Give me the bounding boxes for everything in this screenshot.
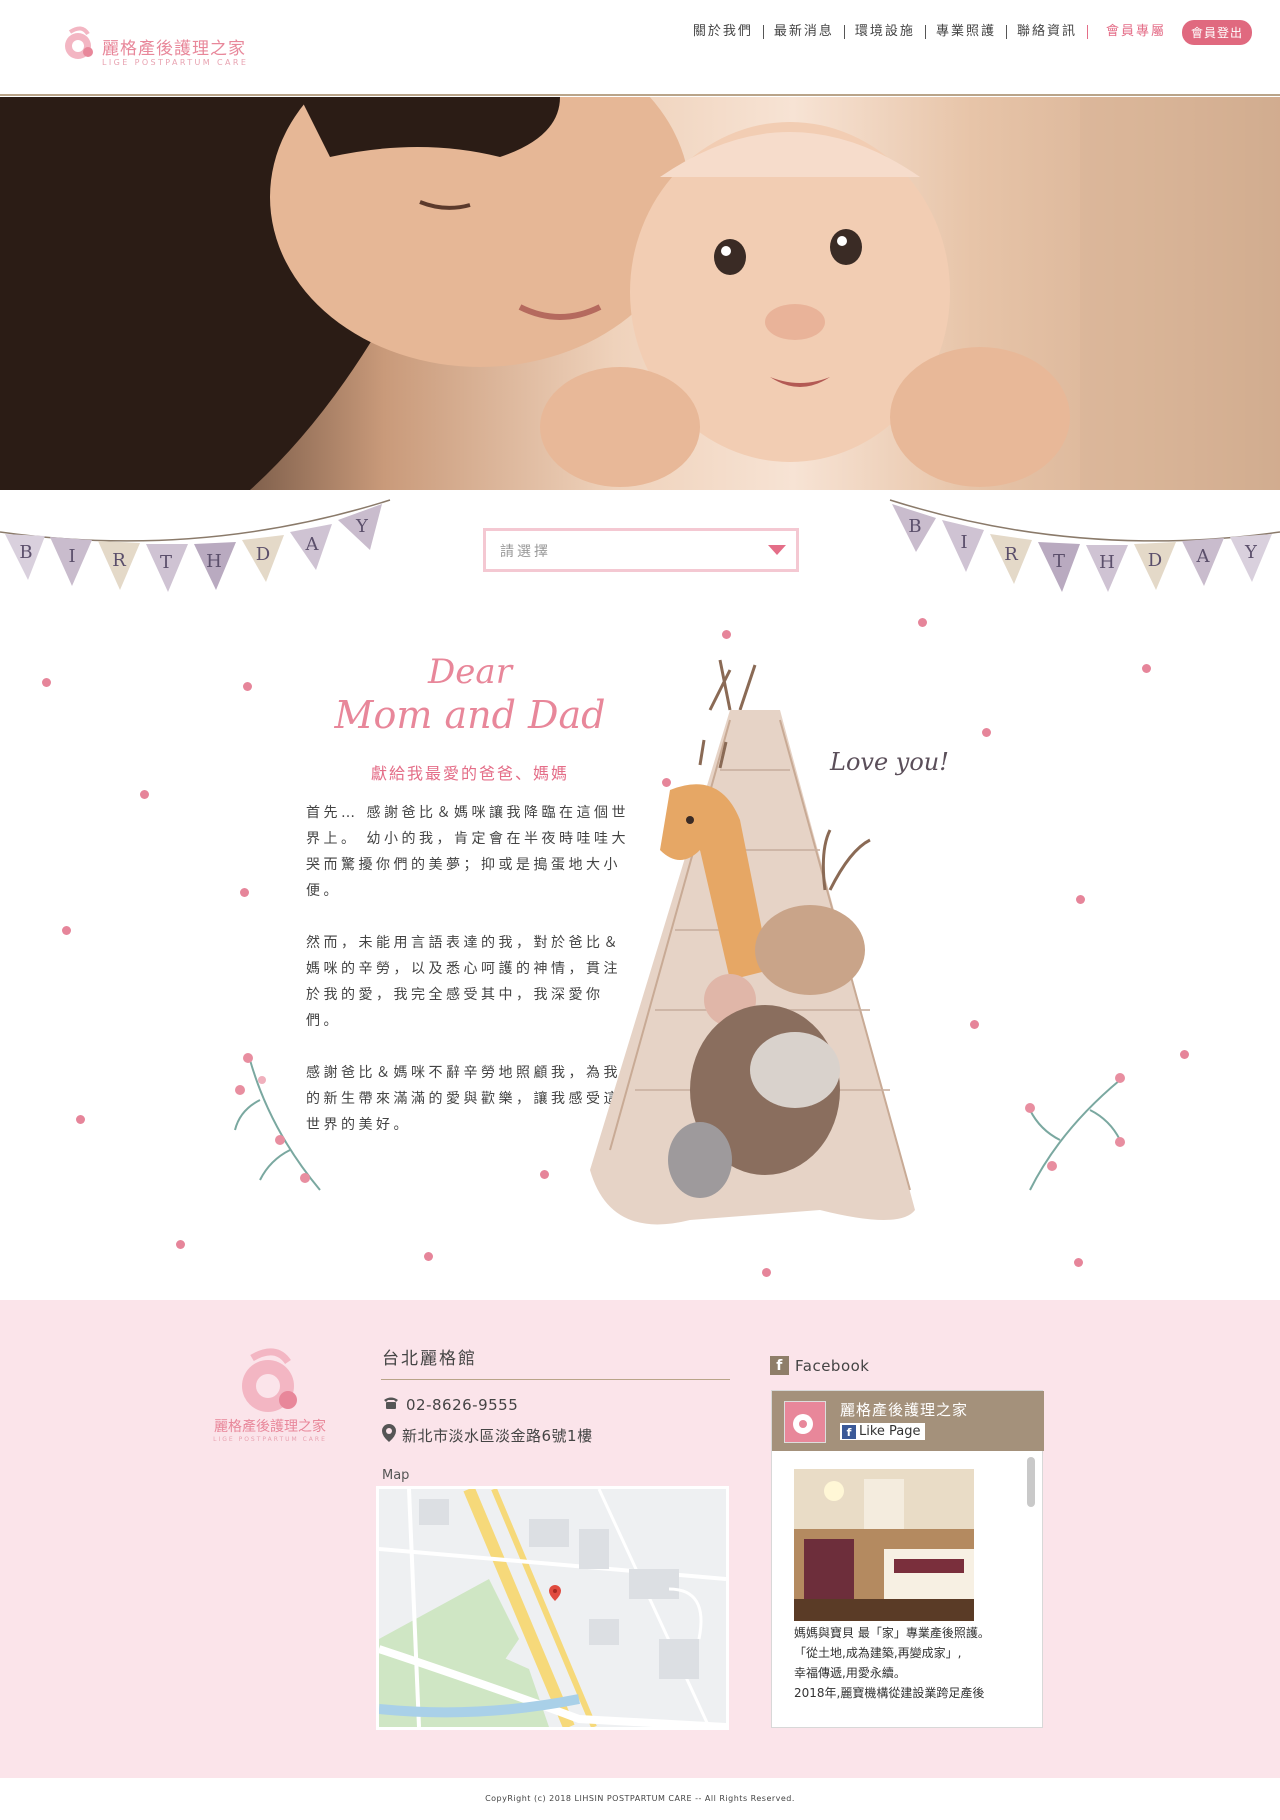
- address-text: 新北市淡水區淡金路6號1樓: [402, 1426, 593, 1445]
- bunting-letter: B: [908, 516, 921, 537]
- bunting-letter: I: [68, 546, 75, 567]
- decor-dot: [540, 1170, 549, 1179]
- nav-care[interactable]: 專業照護: [926, 25, 1007, 39]
- decor-dot: [1074, 1258, 1083, 1267]
- site-logo[interactable]: 麗格產後護理之家 LIGE POSTPARTUM CARE: [62, 26, 252, 72]
- footer-logo-name: 麗格產後護理之家: [214, 1419, 326, 1435]
- decor-dot: [76, 1115, 85, 1124]
- bunting-letter: H: [206, 551, 222, 572]
- logo-icon: [65, 26, 93, 59]
- bunting-letter: T: [160, 552, 172, 573]
- fb-post-text: 媽媽與寶貝 最「家」專業產後照護。 「從土地,成為建築,再變成家」, 幸福傳遞,…: [794, 1623, 1016, 1703]
- bunting-letter: D: [1148, 550, 1162, 571]
- main-nav: 關於我們 最新消息 環境設施 專業照護 聯絡資訊 會員專屬 會員登出: [683, 19, 1252, 45]
- bunting-letter: Y: [355, 516, 369, 537]
- hero-image: [0, 97, 1280, 490]
- map-pin-icon: [382, 1424, 396, 1446]
- decor-dot: [140, 790, 149, 799]
- nav-about[interactable]: 關於我們: [683, 25, 764, 39]
- branch-title: 台北麗格館: [382, 1349, 477, 1369]
- bunting-letter: R: [112, 550, 126, 571]
- bunting-letter: B: [19, 542, 32, 563]
- floral-sprig-left: [234, 1053, 321, 1191]
- fb-like-label: Like Page: [859, 1424, 921, 1439]
- copyright: CopyRight (c) 2018 LIHSIN POSTPARTUM CAR…: [485, 1794, 795, 1803]
- facebook-page-widget[interactable]: 麗格產後護理之家 f Like Page 媽媽與寶貝 最「家」專業產後照護。 「…: [771, 1390, 1044, 1728]
- nav-member[interactable]: 會員專屬: [1096, 25, 1182, 39]
- decor-dot: [970, 1020, 979, 1029]
- logo-icon: [785, 1402, 825, 1442]
- decor-dot: [982, 728, 991, 737]
- teepee-animals-illustration: Love you!: [590, 659, 949, 1225]
- phone-icon: [382, 1396, 400, 1414]
- footer-logo[interactable]: 麗格產後護理之家 LIGE POSTPARTUM CARE: [212, 1346, 328, 1446]
- map-label: Map: [382, 1468, 410, 1483]
- address-line: 新北市淡水區淡金路6號1樓: [382, 1424, 593, 1446]
- baby-select-dropdown[interactable]: 請選擇: [483, 528, 799, 572]
- decor-dot: [243, 682, 252, 691]
- fb-post-line: 幸福傳遞,用愛永續。: [794, 1666, 906, 1680]
- facebook-label: Facebook: [795, 1356, 870, 1375]
- love-you-text: Love you!: [829, 748, 949, 776]
- decor-dot: [1076, 895, 1085, 904]
- logout-button[interactable]: 會員登出: [1181, 19, 1252, 45]
- facebook-icon: f: [770, 1356, 789, 1375]
- facebook-icon: f: [842, 1424, 856, 1439]
- decor-dot: [240, 888, 249, 897]
- decor-dot: [1180, 1050, 1189, 1059]
- divider: [381, 1379, 730, 1380]
- fb-like-page-button[interactable]: f Like Page: [840, 1423, 925, 1440]
- decor-dot: [424, 1252, 433, 1261]
- fb-page-name[interactable]: 麗格產後護理之家: [840, 1399, 968, 1420]
- fb-scrollbar[interactable]: [1027, 1457, 1035, 1507]
- location-map[interactable]: [376, 1486, 729, 1730]
- logo-icon: [242, 1348, 297, 1412]
- facebook-heading: f Facebook: [770, 1356, 869, 1375]
- logo-tagline: LIGE POSTPARTUM CARE: [102, 58, 249, 67]
- bunting-letter: T: [1053, 551, 1065, 572]
- fb-widget-header: 麗格產後護理之家 f Like Page: [772, 1391, 1044, 1451]
- nav-facilities[interactable]: 環境設施: [845, 25, 926, 39]
- bunting-right: B I R T H D A Y: [889, 499, 1280, 592]
- decor-dot: [662, 778, 671, 787]
- nav-contact[interactable]: 聯絡資訊: [1007, 25, 1087, 39]
- chevron-down-icon: [768, 545, 786, 555]
- decor-dot: [1142, 664, 1151, 673]
- bunting-letter: D: [256, 544, 270, 565]
- fb-post-line: 2018年,麗寶機構從建設業跨足產後: [794, 1686, 985, 1700]
- bunting-letter: R: [1004, 544, 1018, 565]
- fb-post-photo[interactable]: [794, 1469, 974, 1621]
- bunting-letter: I: [960, 532, 967, 553]
- fb-page-avatar[interactable]: [784, 1401, 826, 1443]
- decor-dot: [176, 1240, 185, 1249]
- select-placeholder: 請選擇: [500, 544, 551, 560]
- bunting-letter: H: [1099, 552, 1115, 573]
- bunting-letter: Y: [1244, 542, 1258, 563]
- site-header: 麗格產後護理之家 LIGE POSTPARTUM CARE 關於我們 最新消息 …: [0, 0, 1280, 96]
- fb-post-line: 「從土地,成為建築,再變成家」,: [794, 1646, 962, 1660]
- footer-logo-tagline: LIGE POSTPARTUM CARE: [213, 1436, 327, 1443]
- decor-dot: [62, 926, 71, 935]
- decor-dot: [762, 1268, 771, 1277]
- logo-name: 麗格產後護理之家: [102, 39, 246, 59]
- bunting-letter: A: [1196, 546, 1211, 567]
- bunting-left: B I R T H D A Y: [0, 499, 391, 592]
- nav-news[interactable]: 最新消息: [764, 25, 845, 39]
- decor-dot: [42, 678, 51, 687]
- floral-sprig-right: [1025, 1073, 1125, 1191]
- bunting-letter: A: [305, 534, 320, 555]
- phone-number: 02-8626-9555: [406, 1396, 519, 1414]
- fb-post-line: 媽媽與寶貝 最「家」專業產後照護。: [794, 1626, 990, 1640]
- decor-dot: [918, 618, 927, 627]
- decor-dot: [722, 630, 731, 639]
- phone-line[interactable]: 02-8626-9555: [382, 1396, 518, 1414]
- nav-separator: [1086, 25, 1088, 39]
